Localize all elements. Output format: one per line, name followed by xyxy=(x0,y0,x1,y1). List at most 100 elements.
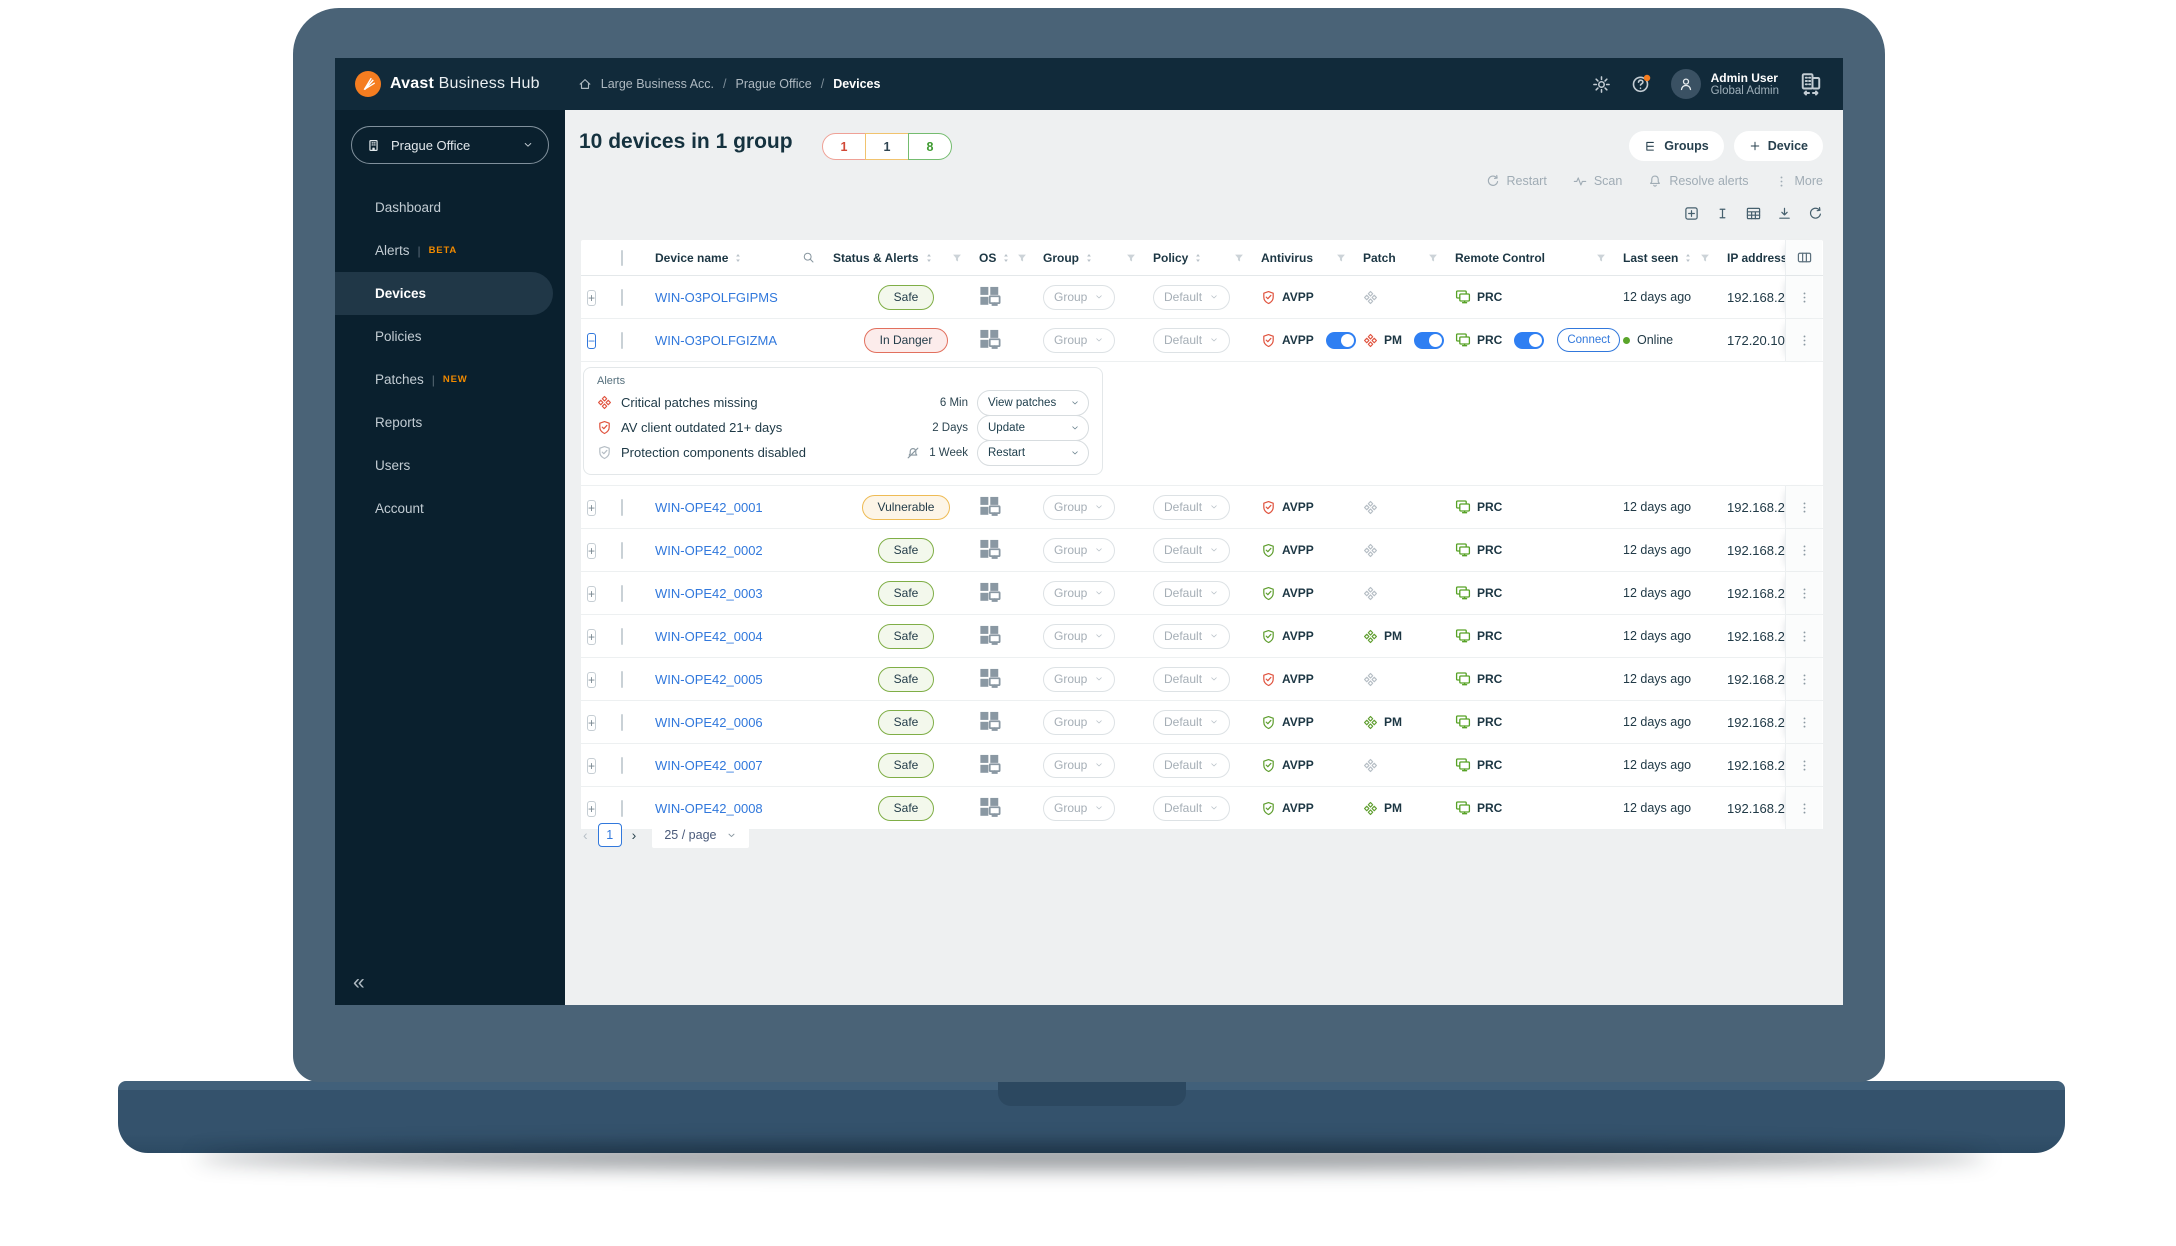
device-name-link[interactable]: WIN-O3POLFGIZMA xyxy=(655,333,777,348)
expand-row-button[interactable]: + xyxy=(587,757,597,774)
group-dropdown[interactable]: Group xyxy=(1043,795,1116,821)
expand-row-button[interactable]: + xyxy=(587,289,597,306)
filter-icon[interactable] xyxy=(1427,252,1455,264)
columns-settings-icon[interactable] xyxy=(1797,250,1812,265)
policy-dropdown[interactable]: Default xyxy=(1153,752,1231,778)
policy-dropdown[interactable]: Default xyxy=(1153,580,1231,606)
filter-icon[interactable] xyxy=(1125,252,1153,264)
row-menu-button[interactable] xyxy=(1798,587,1811,600)
breadcrumb-site[interactable]: Prague Office xyxy=(736,77,812,91)
group-dropdown[interactable]: Group xyxy=(1043,623,1116,649)
sidebar-item-account[interactable]: Account xyxy=(335,487,565,530)
row-checkbox[interactable] xyxy=(621,756,623,774)
page-number[interactable]: 1 xyxy=(597,823,622,847)
expand-row-button[interactable]: + xyxy=(587,499,597,516)
policy-dropdown[interactable]: Default xyxy=(1153,709,1231,735)
group-dropdown[interactable]: Group xyxy=(1043,494,1116,520)
row-menu-button[interactable] xyxy=(1798,716,1811,729)
device-name-link[interactable]: WIN-OPE42_0005 xyxy=(655,672,763,687)
device-name-link[interactable]: WIN-OPE42_0007 xyxy=(655,758,763,773)
row-menu-button[interactable] xyxy=(1798,630,1811,643)
filter-icon[interactable] xyxy=(1699,252,1727,264)
sort-icon[interactable] xyxy=(732,252,744,264)
device-name-link[interactable]: WIN-OPE42_0003 xyxy=(655,586,763,601)
sidebar-item-patches[interactable]: Patches | NEW xyxy=(335,358,565,401)
sort-icon[interactable] xyxy=(1192,252,1204,264)
row-menu-button[interactable] xyxy=(1798,544,1811,557)
filter-icon[interactable] xyxy=(1595,252,1623,264)
row-checkbox[interactable] xyxy=(621,584,623,602)
settings-gear-icon[interactable] xyxy=(1592,75,1611,94)
search-icon[interactable] xyxy=(802,251,833,264)
more-button[interactable]: More xyxy=(1775,174,1823,188)
remote-toggle[interactable] xyxy=(1514,331,1545,349)
sidebar-item-reports[interactable]: Reports xyxy=(335,401,565,444)
page-size-select[interactable]: 25 / page xyxy=(652,822,750,848)
table-view-icon[interactable] xyxy=(1746,206,1761,221)
company-switcher-icon[interactable] xyxy=(1799,72,1823,96)
sort-icon[interactable] xyxy=(1000,252,1012,264)
next-page-button[interactable]: › xyxy=(632,827,637,843)
user-menu[interactable]: Admin User Global Admin xyxy=(1670,69,1779,99)
row-menu-button[interactable] xyxy=(1798,291,1811,304)
scan-button[interactable]: Scan xyxy=(1573,174,1622,188)
row-menu-button[interactable] xyxy=(1798,501,1811,514)
row-menu-button[interactable] xyxy=(1798,759,1811,772)
antivirus-toggle[interactable] xyxy=(1325,331,1356,349)
row-checkbox[interactable] xyxy=(621,627,623,645)
count-danger[interactable]: 1 xyxy=(822,133,866,160)
breadcrumb-account[interactable]: Large Business Acc. xyxy=(601,77,714,91)
device-name-link[interactable]: WIN-O3POLFGIPMS xyxy=(655,290,778,305)
group-dropdown[interactable]: Group xyxy=(1043,752,1116,778)
group-dropdown[interactable]: Group xyxy=(1043,666,1116,692)
group-dropdown[interactable]: Group xyxy=(1043,284,1116,310)
expand-row-button[interactable]: + xyxy=(587,585,597,602)
expand-row-button[interactable]: + xyxy=(587,800,597,817)
select-all-checkbox[interactable] xyxy=(621,249,623,266)
row-checkbox[interactable] xyxy=(621,713,623,731)
device-name-link[interactable]: WIN-OPE42_0006 xyxy=(655,715,763,730)
sidebar-item-dashboard[interactable]: Dashboard xyxy=(335,186,565,229)
resolve-alerts-button[interactable]: Resolve alerts xyxy=(1648,174,1749,188)
sidebar-item-alerts[interactable]: Alerts | BETA xyxy=(335,229,565,272)
expand-row-button[interactable]: + xyxy=(587,628,597,645)
row-checkbox[interactable] xyxy=(621,498,623,516)
sort-icon[interactable] xyxy=(923,252,935,264)
sort-icon[interactable] xyxy=(1682,252,1694,264)
filter-icon[interactable] xyxy=(951,252,979,264)
device-name-link[interactable]: WIN-OPE42_0002 xyxy=(655,543,763,558)
add-device-button[interactable]: Device xyxy=(1733,131,1823,161)
device-name-link[interactable]: WIN-OPE42_0001 xyxy=(655,500,763,515)
group-dropdown[interactable]: Group xyxy=(1043,537,1116,563)
row-menu-button[interactable] xyxy=(1798,673,1811,686)
sidebar-item-policies[interactable]: Policies xyxy=(335,315,565,358)
group-dropdown[interactable]: Group xyxy=(1043,709,1116,735)
row-checkbox[interactable] xyxy=(621,799,623,817)
sidebar-collapse-button[interactable]: « xyxy=(353,971,365,995)
sidebar-item-users[interactable]: Users xyxy=(335,444,565,487)
policy-dropdown[interactable]: Default xyxy=(1153,623,1231,649)
row-checkbox[interactable] xyxy=(621,541,623,559)
patch-toggle[interactable] xyxy=(1414,331,1444,349)
policy-dropdown[interactable]: Default xyxy=(1153,284,1231,310)
sidebar-item-devices[interactable]: Devices xyxy=(335,272,553,315)
row-checkbox[interactable] xyxy=(621,331,623,349)
export-icon[interactable] xyxy=(1777,206,1792,221)
avatar[interactable] xyxy=(1670,69,1701,99)
policy-dropdown[interactable]: Default xyxy=(1153,795,1231,821)
alert-action-button[interactable]: Restart xyxy=(977,439,1089,466)
refresh-icon[interactable] xyxy=(1808,206,1823,221)
groups-button[interactable]: Groups xyxy=(1629,131,1724,161)
row-checkbox[interactable] xyxy=(621,670,623,688)
expand-row-button[interactable]: + xyxy=(587,671,597,688)
count-safe[interactable]: 8 xyxy=(908,133,952,160)
restart-button[interactable]: Restart xyxy=(1486,174,1547,188)
sort-icon[interactable] xyxy=(1083,252,1095,264)
count-warning[interactable]: 1 xyxy=(865,133,909,160)
expand-row-button[interactable]: − xyxy=(587,332,597,349)
filter-icon[interactable] xyxy=(1335,252,1363,264)
policy-dropdown[interactable]: Default xyxy=(1153,494,1231,520)
filter-icon[interactable] xyxy=(1233,252,1261,264)
row-menu-button[interactable] xyxy=(1798,802,1811,815)
alert-action-button[interactable]: View patches xyxy=(977,389,1089,416)
